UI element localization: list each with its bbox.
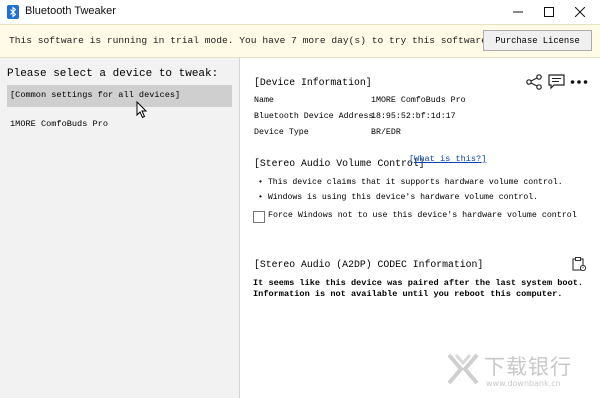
device-select-prompt: Please select a device to tweak: bbox=[7, 68, 219, 80]
info-label-address: Bluetooth Device Address bbox=[254, 112, 374, 121]
device-details-pane: [Device Information] Name 1MORE ComfoBud… bbox=[241, 58, 600, 398]
trial-banner: This software is running in trial mode. … bbox=[0, 24, 600, 58]
info-label-device-type: Device Type bbox=[254, 128, 309, 137]
watermark-url: www.downbank.cn bbox=[486, 379, 561, 388]
maximize-button[interactable] bbox=[533, 0, 565, 24]
trial-message: This software is running in trial mode. … bbox=[9, 35, 493, 46]
volume-bullet-item: • Windows is using this device's hardwar… bbox=[258, 193, 539, 202]
device-information-title: [Device Information] bbox=[254, 77, 372, 88]
device-item-common-settings[interactable]: [Common settings for all devices] bbox=[7, 85, 232, 107]
close-button[interactable] bbox=[564, 0, 596, 24]
more-icon[interactable] bbox=[570, 74, 588, 90]
device-list-pane: Please select a device to tweak: [Common… bbox=[0, 58, 240, 398]
codec-message-line: It seems like this device was paired aft… bbox=[253, 278, 584, 288]
info-value-address: 18:95:52:bf:1d:17 bbox=[371, 112, 456, 121]
chat-icon[interactable] bbox=[548, 74, 565, 90]
info-label-name: Name bbox=[254, 96, 274, 105]
volume-control-title: [Stereo Audio Volume Control] bbox=[254, 158, 425, 169]
window-title: Bluetooth Tweaker bbox=[25, 5, 116, 17]
title-bar: Bluetooth Tweaker bbox=[0, 0, 600, 24]
volume-bullet-item: • This device claims that it supports ha… bbox=[258, 178, 563, 187]
mouse-cursor-icon bbox=[136, 101, 148, 119]
share-icon[interactable] bbox=[526, 74, 542, 90]
volume-bullet-text: Windows is using this device's hardware … bbox=[267, 193, 539, 202]
watermark-name: 下载银行 bbox=[484, 355, 572, 379]
clipboard-icon[interactable] bbox=[572, 257, 586, 271]
codec-message-line: Information is not available until you r… bbox=[253, 289, 563, 299]
watermark: 下载银行 www.downbank.cn bbox=[446, 351, 596, 395]
device-item-1more-comfobuds[interactable]: 1MORE ComfoBuds Pro bbox=[7, 114, 232, 136]
what-is-this-link[interactable]: [What is this?] bbox=[409, 154, 486, 164]
volume-bullet-text: This device claims that it supports hard… bbox=[267, 178, 563, 187]
watermark-logo-icon bbox=[447, 353, 479, 385]
close-icon bbox=[575, 7, 585, 17]
info-value-name: 1MORE ComfoBuds Pro bbox=[371, 96, 466, 105]
codec-information-title: [Stereo Audio (A2DP) CODEC Information] bbox=[254, 259, 484, 270]
force-software-volume-checkbox[interactable] bbox=[253, 211, 265, 223]
minimize-icon bbox=[513, 11, 523, 13]
info-value-device-type: BR/EDR bbox=[371, 128, 401, 137]
maximize-icon bbox=[544, 7, 554, 17]
purchase-license-button[interactable]: Purchase License bbox=[483, 30, 592, 51]
force-software-volume-label: Force Windows not to use this device's h… bbox=[268, 211, 577, 220]
minimize-button[interactable] bbox=[502, 0, 534, 24]
bluetooth-icon bbox=[7, 5, 19, 19]
